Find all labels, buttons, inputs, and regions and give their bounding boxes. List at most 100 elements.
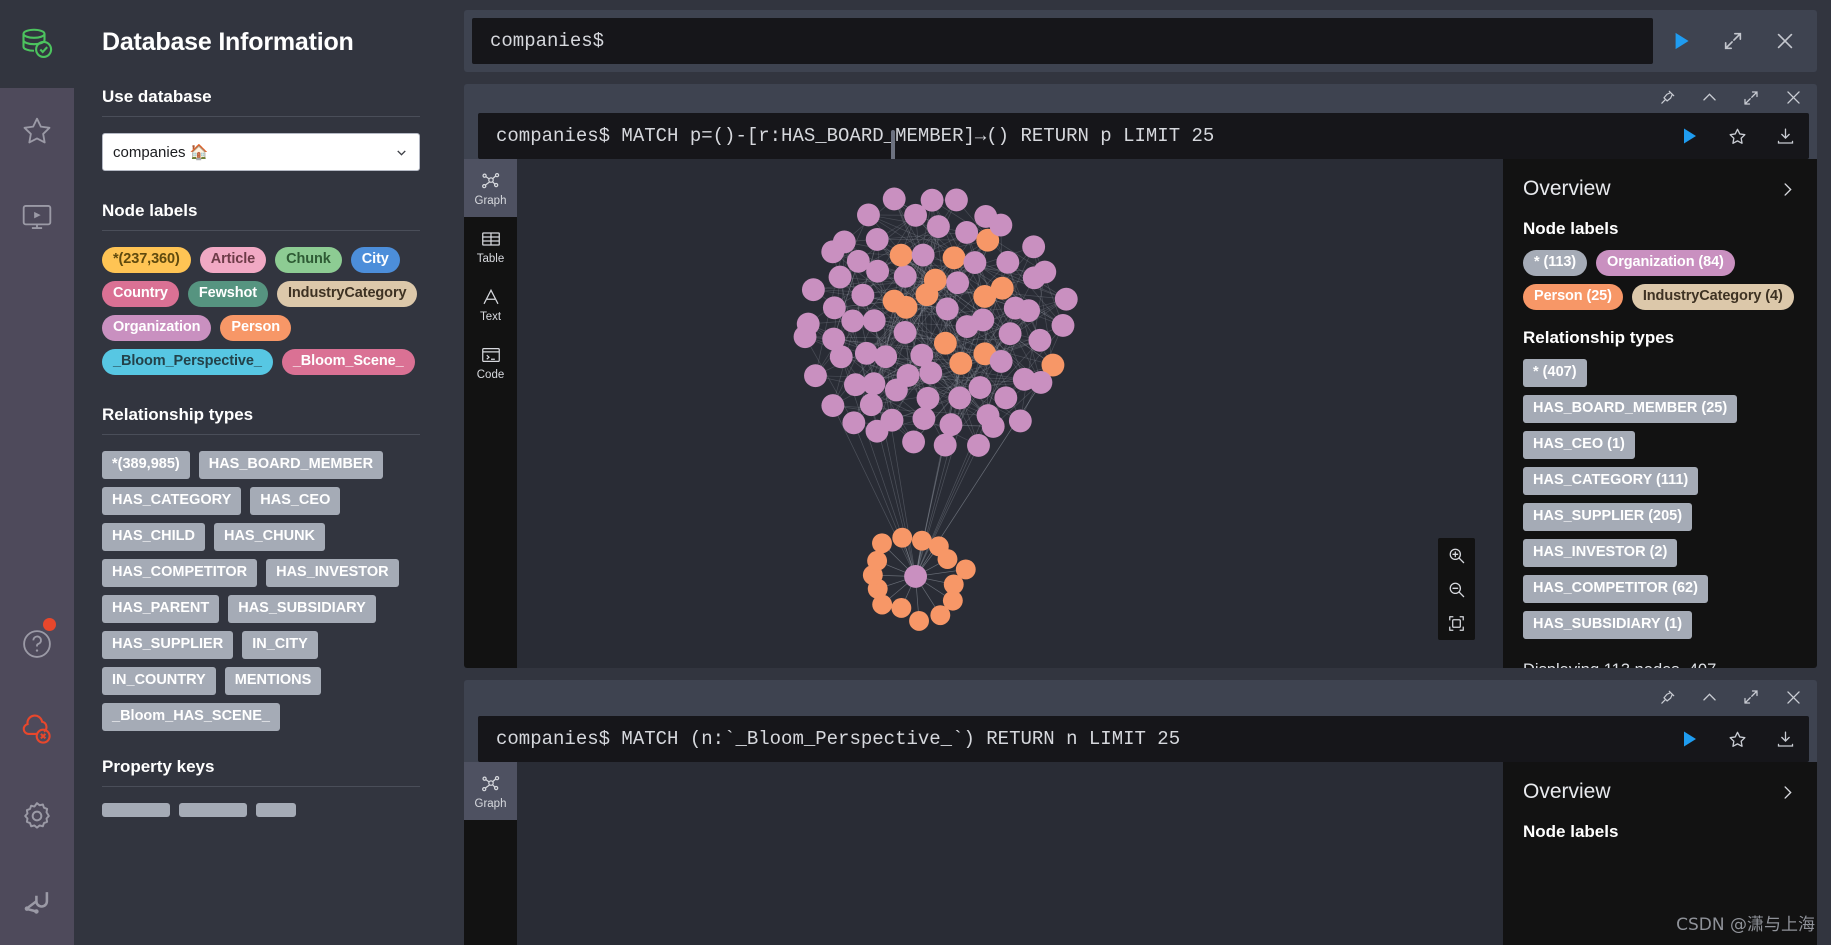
node-label-chip[interactable]: *(237,360)	[102, 247, 191, 273]
close-icon	[1774, 30, 1796, 52]
property-key-chip[interactable]	[256, 803, 296, 817]
overview-node-label-chip[interactable]: IndustryCategory (4)	[1631, 284, 1794, 311]
relationship-type-chip[interactable]: MENTIONS	[224, 667, 322, 695]
rail-item-settings[interactable]	[0, 773, 74, 859]
view-tab-code[interactable]: Code	[464, 333, 517, 391]
node-label-chip[interactable]: Chunk	[275, 247, 342, 273]
database-select[interactable]: companies 🏠	[102, 133, 420, 171]
editor-close-button[interactable]	[1761, 18, 1809, 64]
node-label-chip[interactable]: Person	[220, 315, 291, 341]
overview-relationship-type-chip[interactable]: HAS_INVESTOR (2)	[1523, 539, 1678, 568]
frame-body: Graph Table Text Code Overview Node labe…	[464, 159, 1817, 668]
overview-relationship-type-chips: * (407) HAS_BOARD_MEMBER (25) HAS_CEO (1) H…	[1523, 359, 1797, 640]
chevron-right-icon[interactable]	[1778, 783, 1797, 802]
gear-icon	[19, 798, 55, 834]
rail-item-about[interactable]	[0, 859, 74, 945]
node-label-chip[interactable]: IndustryCategory	[277, 281, 418, 307]
relationship-type-chip[interactable]: HAS_CEO	[250, 487, 341, 515]
relationship-type-chip[interactable]: HAS_SUPPLIER	[102, 631, 234, 659]
watermark: CSDN @潇与上海	[1676, 915, 1815, 935]
overview-relationship-type-chip[interactable]: * (407)	[1523, 359, 1587, 388]
table-icon	[480, 228, 502, 250]
overview-node-label-chip[interactable]: Organization (84)	[1596, 250, 1735, 277]
overview-node-label-chip[interactable]: * (113)	[1523, 250, 1588, 277]
download-button[interactable]	[1761, 716, 1809, 762]
node-label-chip[interactable]: City	[350, 247, 400, 273]
relationship-type-chip[interactable]: HAS_INVESTOR	[266, 559, 399, 587]
view-tab-graph[interactable]: Graph	[464, 159, 517, 218]
play-icon	[1677, 727, 1701, 751]
frame-command-bar: companies$ MATCH p=()-[r:HAS_BOARD_MEMBE…	[478, 113, 1809, 160]
rail-item-favorites[interactable]	[0, 88, 74, 174]
pin-icon[interactable]	[1657, 88, 1677, 108]
view-tab-graph[interactable]: Graph	[464, 762, 517, 820]
frame-command-text: companies$ MATCH (n:`_Bloom_Perspective_…	[496, 728, 1181, 750]
rail-item-help[interactable]	[0, 601, 74, 687]
node-label-chip[interactable]: _Bloom_Perspective_	[102, 349, 273, 375]
view-tab-label: Code	[476, 368, 505, 381]
graph-canvas[interactable]	[517, 159, 1503, 668]
chevron-up-icon[interactable]	[1699, 687, 1719, 707]
node-label-chip[interactable]: Article	[199, 247, 267, 273]
overview-relationship-type-chip[interactable]: HAS_SUPPLIER (205)	[1523, 503, 1693, 532]
chevron-up-icon[interactable]	[1699, 88, 1719, 108]
overview-node-labels-title: Node labels	[1523, 822, 1619, 841]
view-tab-table[interactable]: Table	[464, 217, 517, 275]
node-label-chip[interactable]: _Bloom_Scene_	[281, 349, 415, 375]
fit-to-screen-button[interactable]	[1438, 606, 1475, 640]
node-label-chip-list: *(237,360) Article Chunk City Country Fewshot…	[102, 247, 420, 375]
close-icon[interactable]	[1783, 687, 1803, 707]
save-favorite-button[interactable]	[1713, 113, 1761, 159]
relationship-type-chip[interactable]: _Bloom_HAS_SCENE_	[102, 703, 280, 731]
overview-relationship-type-chip[interactable]: HAS_CATEGORY (111)	[1523, 467, 1699, 496]
view-tab-text[interactable]: Text	[464, 275, 517, 333]
overview-relationship-type-chip[interactable]: HAS_SUBSIDIARY (1)	[1523, 611, 1693, 640]
graph-canvas[interactable]	[517, 762, 1503, 945]
download-button[interactable]	[1761, 113, 1809, 159]
expand-icon[interactable]	[1741, 687, 1761, 707]
overview-node-label-chip[interactable]: Person (25)	[1523, 284, 1623, 311]
relationship-type-chip[interactable]: IN_CITY	[242, 631, 318, 659]
close-icon[interactable]	[1783, 88, 1803, 108]
frame-titlebar	[464, 84, 1817, 111]
rerun-query-button[interactable]	[1665, 113, 1713, 159]
pin-icon[interactable]	[1657, 687, 1677, 707]
graph-visualization[interactable]	[517, 159, 1503, 668]
run-query-button[interactable]	[1657, 18, 1705, 64]
rail-item-connection-status[interactable]	[0, 687, 74, 773]
graph-icon	[480, 773, 502, 795]
rail-item-guides[interactable]	[0, 174, 74, 260]
property-key-chip[interactable]	[102, 803, 170, 817]
zoom-out-icon	[1447, 580, 1466, 599]
query-editor-input[interactable]: companies$	[472, 18, 1653, 64]
zoom-out-button[interactable]	[1438, 572, 1475, 606]
save-favorite-button[interactable]	[1713, 716, 1761, 762]
relationship-type-chip[interactable]: HAS_CHILD	[102, 523, 205, 551]
result-frame: companies$ MATCH (n:`_Bloom_Perspective_…	[464, 680, 1817, 945]
node-label-chip[interactable]: Country	[102, 281, 179, 307]
use-database-label: Use database	[102, 87, 212, 106]
play-icon	[1668, 28, 1694, 54]
overview-relationship-type-chip[interactable]: HAS_COMPETITOR (62)	[1523, 575, 1708, 604]
expand-icon[interactable]	[1741, 88, 1761, 108]
property-key-chip[interactable]	[179, 803, 247, 817]
overview-relationship-type-chip[interactable]: HAS_BOARD_MEMBER (25)	[1523, 395, 1738, 424]
overview-relationship-type-chip[interactable]: HAS_CEO (1)	[1523, 431, 1635, 460]
zoom-in-button[interactable]	[1438, 538, 1475, 572]
relationship-type-chip[interactable]: HAS_CHUNK	[213, 523, 326, 551]
editor-expand-button[interactable]	[1709, 18, 1757, 64]
rerun-query-button[interactable]	[1665, 716, 1713, 762]
relationship-type-chip[interactable]: HAS_BOARD_MEMBER	[198, 451, 384, 479]
node-label-chip[interactable]: Fewshot	[187, 281, 268, 307]
relationship-type-chip[interactable]: HAS_PARENT	[102, 595, 220, 623]
relationship-type-chip[interactable]: *(389,985)	[102, 451, 190, 479]
cloud-disconnected-icon	[19, 712, 55, 748]
relationship-type-chip[interactable]: IN_COUNTRY	[102, 667, 216, 695]
chevron-right-icon[interactable]	[1778, 180, 1797, 199]
relationship-type-chip[interactable]: HAS_COMPETITOR	[102, 559, 258, 587]
relationship-type-chip[interactable]: HAS_CATEGORY	[102, 487, 242, 515]
view-tab-label: Text	[479, 310, 502, 323]
relationship-type-chip[interactable]: HAS_SUBSIDIARY	[228, 595, 376, 623]
node-label-chip[interactable]: Organization	[102, 315, 212, 341]
view-mode-tabs: Graph Table Text Code	[464, 159, 517, 668]
